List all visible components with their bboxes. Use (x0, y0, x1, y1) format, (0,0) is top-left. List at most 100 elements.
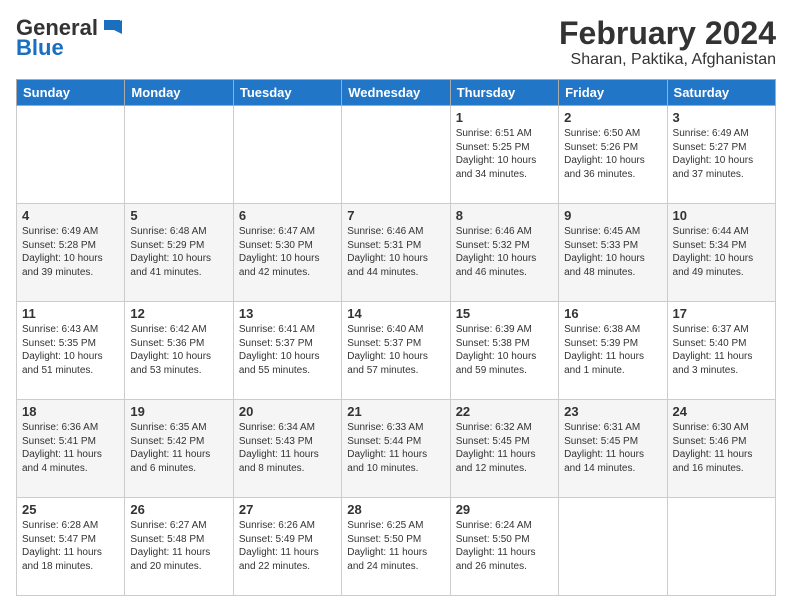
col-friday: Friday (559, 80, 667, 106)
day-cell (559, 498, 667, 596)
day-info: Sunrise: 6:30 AM Sunset: 5:46 PM Dayligh… (673, 421, 770, 475)
day-number: 18 (22, 404, 119, 419)
day-cell: 24 Sunrise: 6:30 AM Sunset: 5:46 PM Dayli… (667, 400, 775, 498)
day-cell: 8Sunrise: 6:46 AM Sunset: 5:32 PM Daylig… (450, 204, 558, 302)
calendar-subtitle: Sharan, Paktika, Afghanistan (559, 51, 776, 69)
day-info: Sunrise: 6:40 AM Sunset: 5:37 PM Dayligh… (347, 323, 444, 377)
day-cell (233, 106, 341, 204)
day-info: Sunrise: 6:50 AM Sunset: 5:26 PM Dayligh… (564, 127, 661, 181)
day-cell: 21 Sunrise: 6:33 AM Sunset: 5:44 PM Dayli… (342, 400, 450, 498)
day-number: 13 (239, 306, 336, 321)
title-block: February 2024 Sharan, Paktika, Afghanist… (559, 16, 776, 69)
page: General Blue February 2024 Sharan, Pakti… (0, 0, 792, 612)
day-number: 2 (564, 110, 661, 125)
day-info: Sunrise: 6:49 AM Sunset: 5:28 PM Dayligh… (22, 225, 119, 279)
day-info: Sunrise: 6:51 AM Sunset: 5:25 PM Dayligh… (456, 127, 553, 181)
day-cell: 2 Sunrise: 6:50 AM Sunset: 5:26 PM Daylig… (559, 106, 667, 204)
logo-icon (100, 16, 122, 38)
day-number: 28 (347, 502, 444, 517)
day-number: 20 (239, 404, 336, 419)
day-number: 1 (456, 110, 553, 125)
day-info: Sunrise: 6:28 AM Sunset: 5:47 PM Dayligh… (22, 519, 119, 573)
week-row-5: 25 Sunrise: 6:28 AM Sunset: 5:47 PM Dayli… (17, 498, 776, 596)
day-cell: 12 Sunrise: 6:42 AM Sunset: 5:36 PM Dayli… (125, 302, 233, 400)
week-row-2: 4 Sunrise: 6:49 AM Sunset: 5:28 PM Daylig… (17, 204, 776, 302)
day-info: Sunrise: 6:25 AM Sunset: 5:50 PM Dayligh… (347, 519, 444, 573)
col-monday: Monday (125, 80, 233, 106)
day-cell: 26 Sunrise: 6:27 AM Sunset: 5:48 PM Dayli… (125, 498, 233, 596)
day-cell: 9Sunrise: 6:45 AM Sunset: 5:33 PM Daylig… (559, 204, 667, 302)
day-cell: 19Sunrise: 6:35 AM Sunset: 5:42 PM Dayli… (125, 400, 233, 498)
day-info: Sunrise: 6:34 AM Sunset: 5:43 PM Dayligh… (239, 421, 336, 475)
col-thursday: Thursday (450, 80, 558, 106)
day-cell: 15 Sunrise: 6:39 AM Sunset: 5:38 PM Dayli… (450, 302, 558, 400)
day-cell: 29 Sunrise: 6:24 AM Sunset: 5:50 PM Dayli… (450, 498, 558, 596)
day-number: 3 (673, 110, 770, 125)
day-cell (125, 106, 233, 204)
day-cell: 17 Sunrise: 6:37 AM Sunset: 5:40 PM Dayli… (667, 302, 775, 400)
day-cell: 23 Sunrise: 6:31 AM Sunset: 5:45 PM Dayli… (559, 400, 667, 498)
day-info: Sunrise: 6:36 AM Sunset: 5:41 PM Dayligh… (22, 421, 119, 475)
calendar-title: February 2024 (559, 16, 776, 51)
day-cell (17, 106, 125, 204)
day-cell: 18 Sunrise: 6:36 AM Sunset: 5:41 PM Dayli… (17, 400, 125, 498)
day-cell (342, 106, 450, 204)
day-number: 12 (130, 306, 227, 321)
day-number: 25 (22, 502, 119, 517)
day-number: 9 (564, 208, 661, 223)
day-cell: 16 Sunrise: 6:38 AM Sunset: 5:39 PM Dayli… (559, 302, 667, 400)
day-info: Sunrise: 6:41 AM Sunset: 5:37 PM Dayligh… (239, 323, 336, 377)
day-cell: 10 Sunrise: 6:44 AM Sunset: 5:34 PM Dayli… (667, 204, 775, 302)
day-info: Sunrise: 6:49 AM Sunset: 5:27 PM Dayligh… (673, 127, 770, 181)
day-info: Sunrise: 6:38 AM Sunset: 5:39 PM Dayligh… (564, 323, 661, 377)
day-info: Sunrise: 6:33 AM Sunset: 5:44 PM Dayligh… (347, 421, 444, 475)
day-number: 4 (22, 208, 119, 223)
day-info: Sunrise: 6:24 AM Sunset: 5:50 PM Dayligh… (456, 519, 553, 573)
day-number: 24 (673, 404, 770, 419)
day-number: 21 (347, 404, 444, 419)
day-number: 23 (564, 404, 661, 419)
week-row-3: 11 Sunrise: 6:43 AM Sunset: 5:35 PM Dayli… (17, 302, 776, 400)
header-row: Sunday Monday Tuesday Wednesday Thursday… (17, 80, 776, 106)
day-info: Sunrise: 6:26 AM Sunset: 5:49 PM Dayligh… (239, 519, 336, 573)
logo-blue: Blue (16, 36, 64, 60)
day-info: Sunrise: 6:27 AM Sunset: 5:48 PM Dayligh… (130, 519, 227, 573)
day-cell (667, 498, 775, 596)
day-info: Sunrise: 6:48 AM Sunset: 5:29 PM Dayligh… (130, 225, 227, 279)
col-saturday: Saturday (667, 80, 775, 106)
day-info: Sunrise: 6:46 AM Sunset: 5:31 PM Dayligh… (347, 225, 444, 279)
day-cell: 27 Sunrise: 6:26 AM Sunset: 5:49 PM Dayli… (233, 498, 341, 596)
week-row-4: 18 Sunrise: 6:36 AM Sunset: 5:41 PM Dayli… (17, 400, 776, 498)
day-number: 6 (239, 208, 336, 223)
day-info: Sunrise: 6:39 AM Sunset: 5:38 PM Dayligh… (456, 323, 553, 377)
day-cell: 22Sunrise: 6:32 AM Sunset: 5:45 PM Dayli… (450, 400, 558, 498)
day-cell: 13 Sunrise: 6:41 AM Sunset: 5:37 PM Dayli… (233, 302, 341, 400)
day-cell: 20 Sunrise: 6:34 AM Sunset: 5:43 PM Dayli… (233, 400, 341, 498)
day-info: Sunrise: 6:35 AM Sunset: 5:42 PM Dayligh… (130, 421, 227, 475)
col-tuesday: Tuesday (233, 80, 341, 106)
day-cell: 5Sunrise: 6:48 AM Sunset: 5:29 PM Daylig… (125, 204, 233, 302)
day-number: 29 (456, 502, 553, 517)
day-info: Sunrise: 6:42 AM Sunset: 5:36 PM Dayligh… (130, 323, 227, 377)
day-cell: 11 Sunrise: 6:43 AM Sunset: 5:35 PM Dayli… (17, 302, 125, 400)
col-sunday: Sunday (17, 80, 125, 106)
day-number: 11 (22, 306, 119, 321)
day-info: Sunrise: 6:37 AM Sunset: 5:40 PM Dayligh… (673, 323, 770, 377)
day-number: 27 (239, 502, 336, 517)
day-info: Sunrise: 6:43 AM Sunset: 5:35 PM Dayligh… (22, 323, 119, 377)
day-number: 10 (673, 208, 770, 223)
day-number: 8 (456, 208, 553, 223)
day-number: 26 (130, 502, 227, 517)
day-number: 16 (564, 306, 661, 321)
day-number: 14 (347, 306, 444, 321)
day-number: 7 (347, 208, 444, 223)
day-cell: 28 Sunrise: 6:25 AM Sunset: 5:50 PM Dayli… (342, 498, 450, 596)
day-number: 17 (673, 306, 770, 321)
day-number: 15 (456, 306, 553, 321)
day-info: Sunrise: 6:31 AM Sunset: 5:45 PM Dayligh… (564, 421, 661, 475)
day-cell: 25 Sunrise: 6:28 AM Sunset: 5:47 PM Dayli… (17, 498, 125, 596)
day-info: Sunrise: 6:47 AM Sunset: 5:30 PM Dayligh… (239, 225, 336, 279)
calendar-table: Sunday Monday Tuesday Wednesday Thursday… (16, 79, 776, 596)
day-number: 22 (456, 404, 553, 419)
day-info: Sunrise: 6:44 AM Sunset: 5:34 PM Dayligh… (673, 225, 770, 279)
